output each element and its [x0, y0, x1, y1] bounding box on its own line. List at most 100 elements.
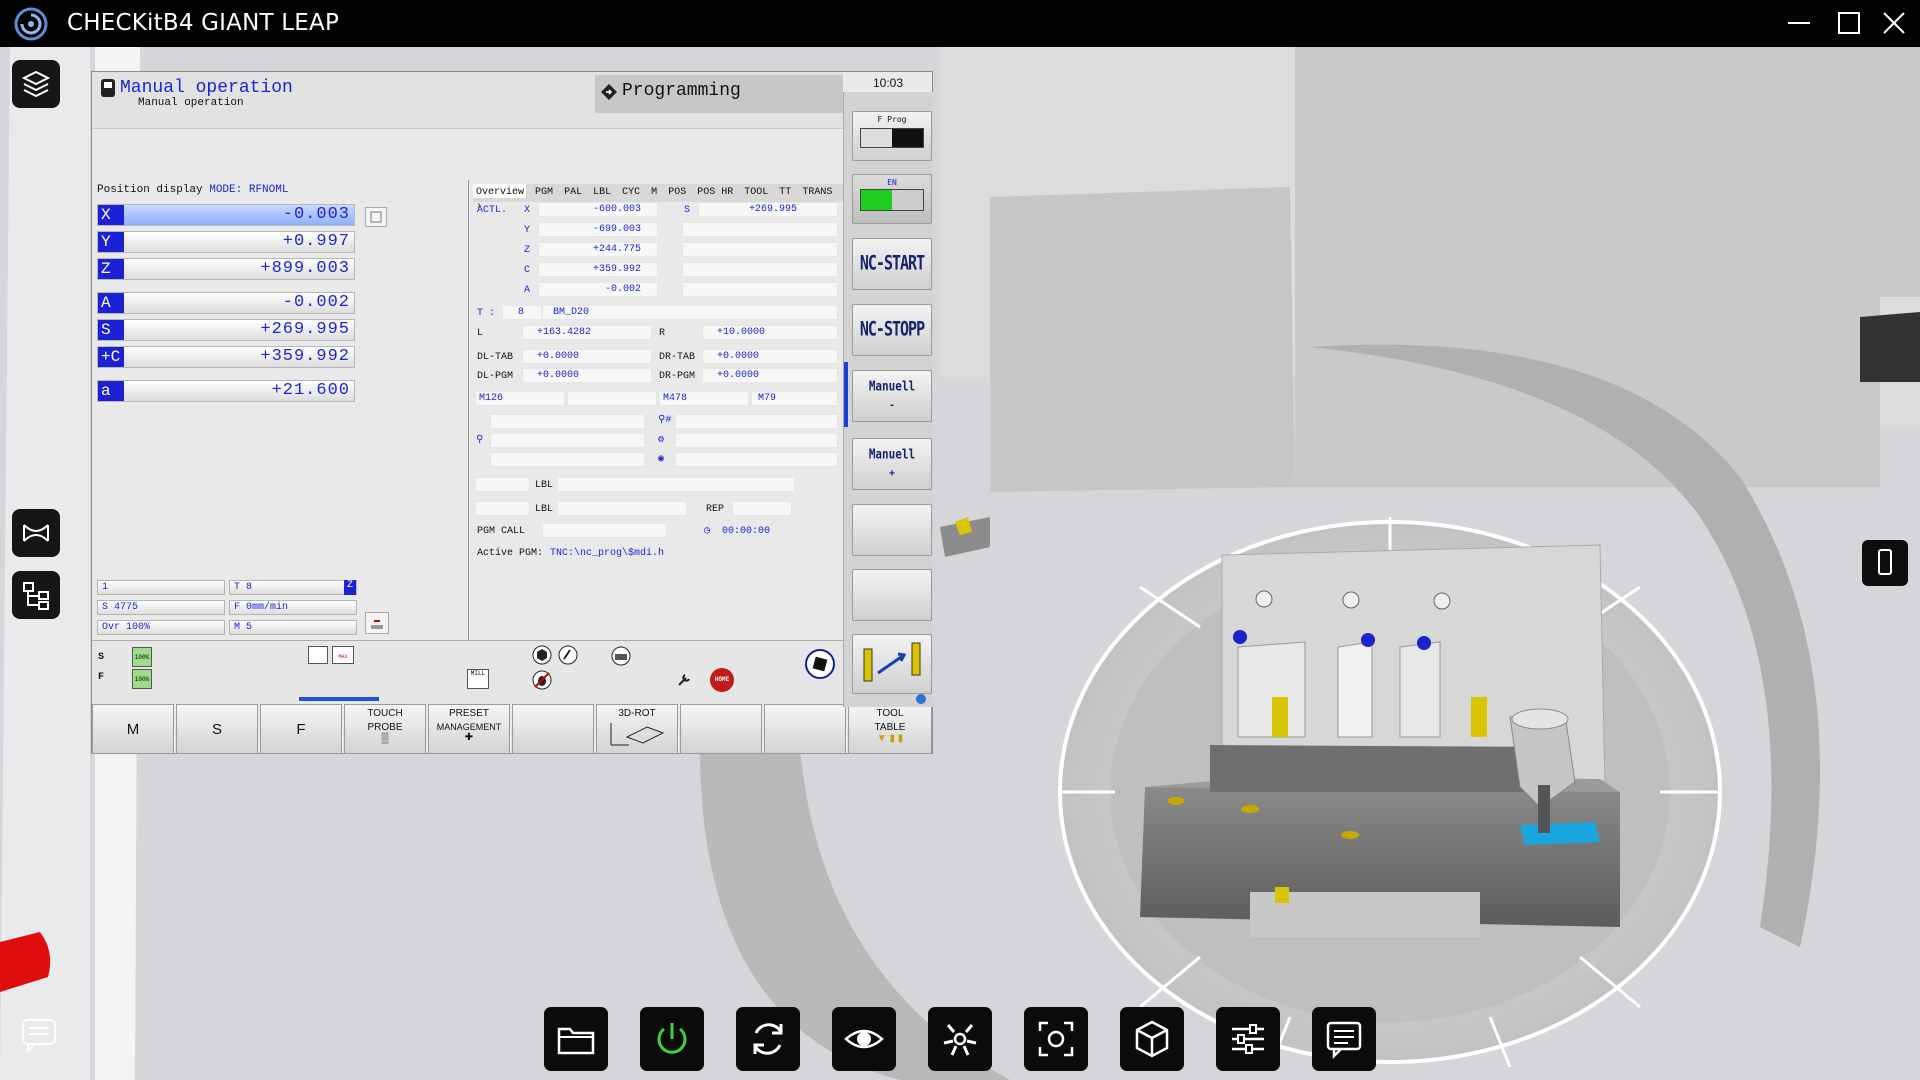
dr-tab-value: +0.0000 [702, 349, 838, 364]
minimize-icon[interactable] [1782, 6, 1816, 40]
programming-tab[interactable]: Programming [595, 75, 843, 113]
settings-button[interactable] [1216, 1007, 1280, 1071]
tab-lbl[interactable]: LBL [590, 184, 613, 198]
tab-tool[interactable]: TOOL [741, 184, 770, 198]
probe-number-icon: ⚲# [658, 415, 672, 426]
empty-cell [475, 477, 530, 492]
dr-tab-label: DR-TAB [659, 352, 696, 363]
position-sync-button[interactable] [365, 207, 387, 227]
tab-pos-hr[interactable]: POS HR [694, 184, 735, 198]
tool-radius-value: +10.0000 [702, 325, 838, 340]
close-icon[interactable] [1877, 6, 1911, 40]
empty-cell [490, 452, 645, 467]
tree-view-button[interactable] [12, 571, 60, 619]
axis-row-c[interactable]: +C +359.992 [97, 346, 355, 368]
open-file-button[interactable] [544, 1007, 608, 1071]
axis-row-alpha[interactable]: a +21.600 [97, 380, 355, 402]
dl-pgm-value: +0.0000 [522, 368, 652, 383]
softkey-3d-rot[interactable]: 3D-ROT [596, 704, 678, 754]
softkey-empty[interactable] [512, 704, 594, 754]
cnc-control-panel: Manual operation Manual operation Progra… [91, 71, 933, 754]
probe-target-icon: ◉ [658, 454, 665, 465]
actl-z-value: +244.775 [538, 242, 658, 257]
tab-m[interactable]: M [648, 184, 659, 198]
cnc-header: Manual operation Manual operation Progra… [92, 72, 843, 129]
programming-label: Programming [622, 81, 741, 101]
softkey-label: TABLE [874, 722, 906, 733]
override-status: Ovr 100% [97, 620, 225, 635]
softkey-tool-table[interactable]: TOOL TABLE ▼ ▮ ▮ [848, 704, 932, 754]
axis-row-z[interactable]: Z +899.003 [97, 258, 355, 280]
actl-x-value: -600.003 [538, 202, 658, 217]
reset-icon [753, 1023, 783, 1055]
sync-icon [370, 211, 382, 223]
spindle-slot: 1 [97, 580, 225, 595]
axis-row-y[interactable]: Y +0.997 [97, 231, 355, 253]
softkey-s[interactable]: S [176, 704, 258, 754]
nc-start-button[interactable]: NC-START [852, 238, 932, 290]
tool-radius-label: R [659, 328, 666, 339]
actl-s-value: +269.995 [698, 202, 838, 217]
tool-status: T 8 [229, 580, 357, 595]
view-button[interactable] [832, 1007, 896, 1071]
side-empty-button[interactable] [852, 504, 932, 556]
tab-pos[interactable]: POS [665, 184, 688, 198]
fprog-label: F Prog [877, 115, 907, 124]
tab-cyc[interactable]: CYC [619, 184, 642, 198]
axis-value: +21.600 [271, 381, 350, 400]
softkey-preset-management[interactable]: PRESET MANAGEMENT ✚ [428, 704, 510, 754]
empty-cell [490, 433, 645, 448]
axis-row-s[interactable]: S +269.995 [97, 319, 355, 341]
chat-icon[interactable] [20, 1016, 58, 1054]
axis-jog-button[interactable] [852, 634, 932, 694]
side-empty-button[interactable] [852, 569, 932, 621]
tab-pgm[interactable]: PGM [532, 184, 555, 198]
probe-softkey-icon: ▒ [381, 733, 389, 744]
axis-row-x[interactable]: X -0.003 [97, 204, 355, 226]
screenshot-button[interactable] [1024, 1007, 1088, 1071]
softkey-touch-probe[interactable]: TOUCH PROBE ▒ [344, 704, 426, 754]
axis-row-a[interactable]: A -0.002 [97, 292, 355, 314]
explode-button[interactable] [928, 1007, 992, 1071]
bug-icon [532, 670, 552, 690]
model-view-button[interactable] [1120, 1007, 1184, 1071]
tab-trans[interactable]: TRANS [799, 184, 834, 198]
tab-pal[interactable]: PAL [561, 184, 584, 198]
softkey-f[interactable]: F [260, 704, 342, 754]
manuell-minus-button[interactable]: Manuell - [852, 370, 932, 422]
softkey-empty[interactable] [680, 704, 762, 754]
tool-length-value: +163.4282 [522, 325, 652, 340]
panel-divider [468, 180, 469, 708]
nc-stopp-label: NC-STOPP [859, 317, 925, 341]
window-title: CHECKitB4 GIANT LEAP [67, 10, 340, 36]
status-reset-button[interactable] [365, 612, 389, 634]
fprog-button[interactable]: F Prog [852, 111, 932, 161]
reset-button[interactable] [736, 1007, 800, 1071]
nc-stopp-button[interactable]: NC-STOPP [852, 304, 932, 356]
power-button[interactable] [640, 1007, 704, 1071]
notes-button[interactable] [1312, 1007, 1376, 1071]
position-display-title: Position display MODE: RFNOML [97, 184, 288, 196]
empty-cell [490, 414, 645, 429]
enable-button[interactable]: EN [852, 174, 932, 224]
softkey-m[interactable]: M [92, 704, 174, 754]
maximize-icon[interactable] [1832, 6, 1866, 40]
tab-overview[interactable]: Overview [473, 184, 527, 198]
actl-s-label: S [684, 205, 691, 216]
dl-tab-value: +0.0000 [522, 349, 652, 364]
feed-value: F 0mm/min [234, 602, 289, 613]
layers-button[interactable] [12, 60, 60, 108]
m-function-status: M 5 [229, 620, 357, 635]
softkey-empty[interactable] [764, 704, 846, 754]
tool-length-label: L [477, 328, 484, 339]
tab-tt[interactable]: TT [776, 184, 793, 198]
enable-label: EN [887, 178, 897, 187]
active-pgm-value: TNC:\nc_prog\$mdi.h [550, 548, 665, 559]
settings-icon [1232, 1024, 1264, 1054]
empty-cell [675, 433, 838, 448]
axis-value: -0.002 [282, 293, 350, 312]
manuell-plus-button[interactable]: Manuell + [852, 438, 932, 490]
machine-structure-button[interactable] [12, 509, 60, 557]
active-softkey-indicator [299, 697, 379, 701]
feed-override-label: F [98, 672, 105, 683]
